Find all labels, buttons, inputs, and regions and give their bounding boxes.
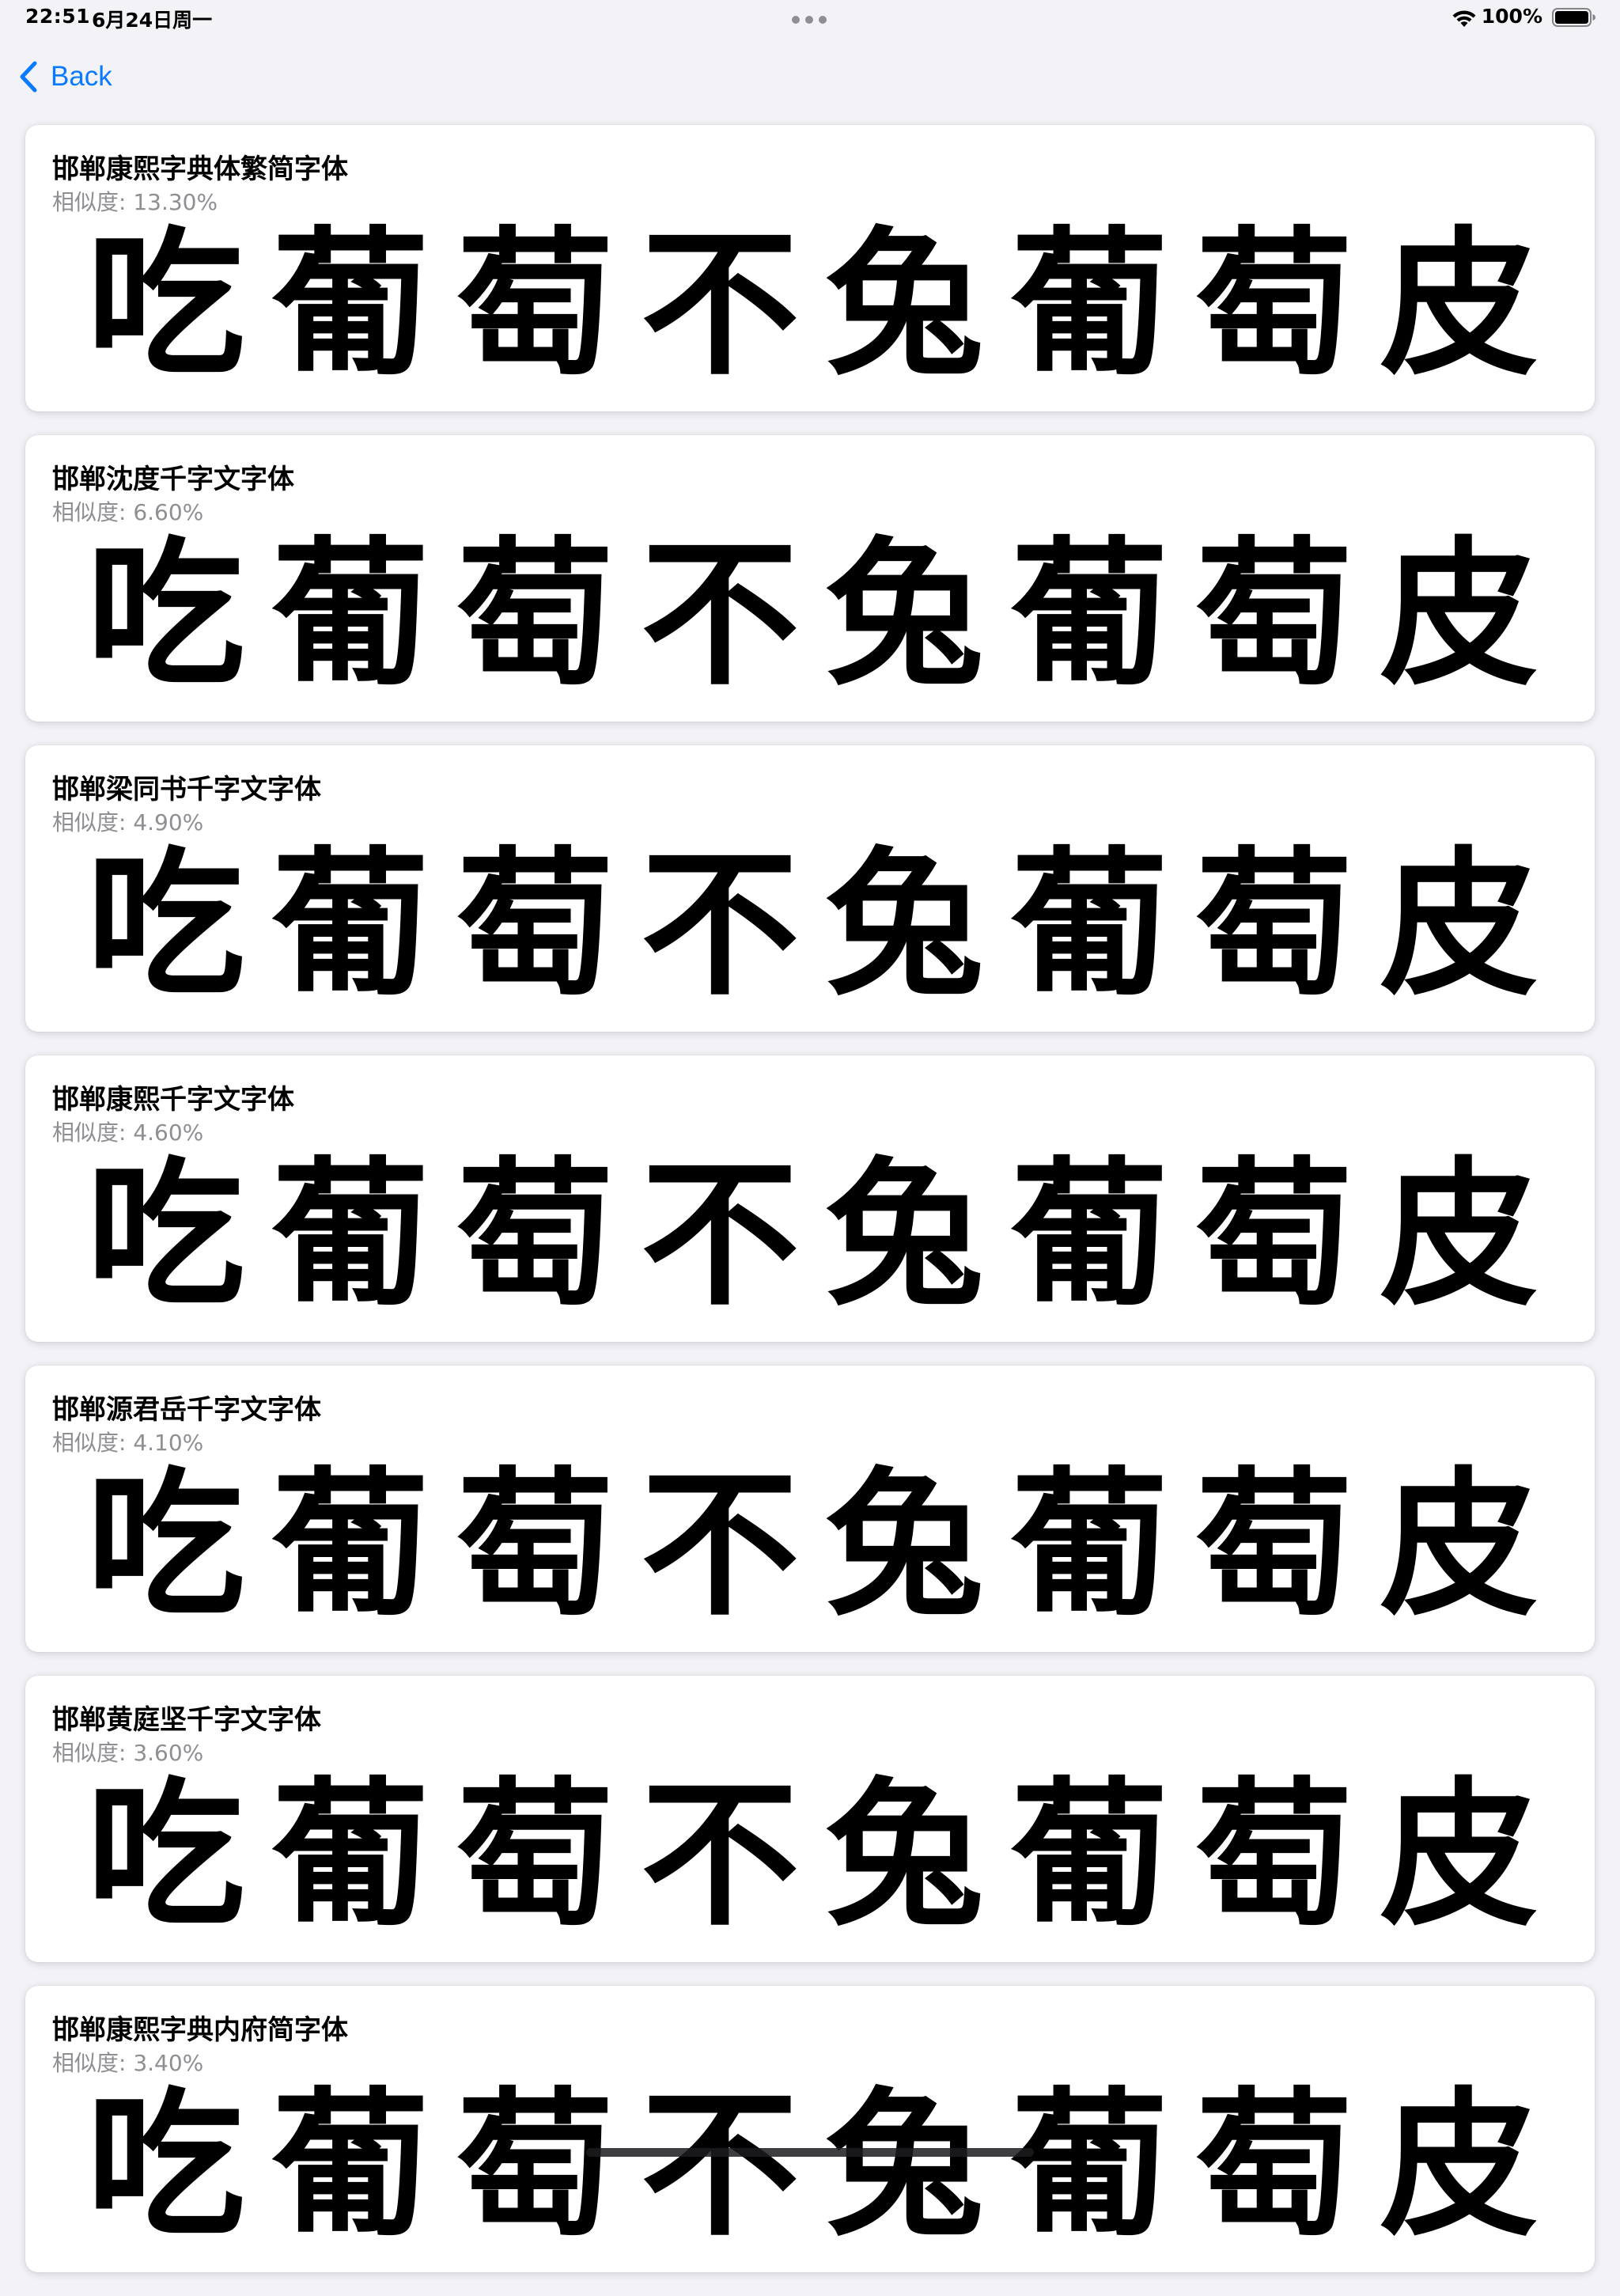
preview-char: 兔: [825, 2074, 984, 2256]
preview-char: 葡: [271, 1144, 430, 1326]
preview-char: 葡: [1010, 1144, 1169, 1326]
font-card[interactable]: 邯郸康熙字典体繁简字体 相似度: 13.30% 吃 葡 萄 不 兔 葡 萄 皮: [25, 125, 1595, 411]
preview-char: 萄: [1194, 524, 1353, 706]
preview-char: 吃: [86, 834, 245, 1016]
preview-char: 萄: [456, 834, 615, 1016]
status-date: 6月24日周一: [92, 9, 213, 32]
preview-char: 兔: [825, 1764, 984, 1946]
status-bar: 22:51 6月24日周一 100%: [0, 0, 1620, 36]
preview-char: 葡: [271, 214, 430, 396]
back-label: Back: [51, 61, 112, 92]
preview-char: 皮: [1380, 2074, 1539, 2256]
preview-char: 吃: [86, 1764, 245, 1946]
preview-char: 皮: [1380, 214, 1539, 396]
preview-char: 萄: [456, 1144, 615, 1326]
preview-char: 不: [641, 2074, 800, 2256]
similarity-label: 相似度: 13.30%: [52, 189, 218, 215]
font-preview: 吃 葡 萄 不 兔 葡 萄 皮: [81, 2074, 1544, 2256]
font-preview: 吃 葡 萄 不 兔 葡 萄 皮: [81, 1454, 1544, 1636]
home-indicator[interactable]: [586, 2148, 1034, 2157]
preview-char: 不: [641, 1454, 800, 1636]
preview-char: 葡: [1010, 1454, 1169, 1636]
font-card[interactable]: 邯郸康熙千字文字体 相似度: 4.60% 吃 葡 萄 不 兔 葡 萄 皮: [25, 1055, 1595, 1342]
preview-char: 吃: [86, 1144, 245, 1326]
font-preview: 吃 葡 萄 不 兔 葡 萄 皮: [81, 834, 1544, 1016]
preview-char: 兔: [825, 834, 984, 1016]
similarity-label: 相似度: 3.40%: [52, 2050, 204, 2076]
preview-char: 萄: [1194, 1454, 1353, 1636]
preview-char: 萄: [456, 524, 615, 706]
multitasking-dots-icon[interactable]: [792, 16, 827, 24]
font-preview: 吃 葡 萄 不 兔 葡 萄 皮: [81, 214, 1544, 396]
preview-char: 不: [641, 1144, 800, 1326]
status-right-group: 100%: [1422, 5, 1596, 32]
preview-char: 皮: [1380, 1454, 1539, 1636]
preview-char: 萄: [456, 1454, 615, 1636]
preview-char: 皮: [1380, 1764, 1539, 1946]
preview-char: 葡: [271, 1454, 430, 1636]
font-preview: 吃 葡 萄 不 兔 葡 萄 皮: [81, 1764, 1544, 1946]
preview-char: 葡: [1010, 834, 1169, 1016]
wifi-icon: [1452, 10, 1476, 27]
preview-char: 不: [641, 1764, 800, 1946]
preview-char: 兔: [825, 1144, 984, 1326]
font-name: 邯郸源君岳千字文字体: [52, 1394, 321, 1426]
preview-char: 吃: [86, 1454, 245, 1636]
font-results-list[interactable]: 邯郸康熙字典体繁简字体 相似度: 13.30% 吃 葡 萄 不 兔 葡 萄 皮 …: [25, 125, 1595, 2296]
preview-char: 葡: [1010, 2074, 1169, 2256]
preview-char: 皮: [1380, 524, 1539, 706]
font-card[interactable]: 邯郸梁同书千字文字体 相似度: 4.90% 吃 葡 萄 不 兔 葡 萄 皮: [25, 745, 1595, 1032]
similarity-label: 相似度: 4.60%: [52, 1120, 204, 1146]
font-name: 邯郸康熙字典内府简字体: [52, 2014, 348, 2046]
chevron-left-icon: [20, 61, 37, 93]
navigation-bar: Back: [0, 49, 1620, 104]
preview-char: 葡: [1010, 214, 1169, 396]
preview-char: 萄: [1194, 2074, 1353, 2256]
preview-char: 萄: [1194, 214, 1353, 396]
status-time: 22:51: [25, 5, 91, 28]
battery-percentage: 100%: [1481, 5, 1542, 28]
font-name: 邯郸沈度千字文字体: [52, 464, 294, 495]
similarity-label: 相似度: 3.60%: [52, 1740, 204, 1766]
preview-char: 皮: [1380, 1144, 1539, 1326]
preview-char: 萄: [1194, 834, 1353, 1016]
preview-char: 萄: [1194, 1764, 1353, 1946]
preview-char: 皮: [1380, 834, 1539, 1016]
preview-char: 兔: [825, 524, 984, 706]
preview-char: 葡: [1010, 524, 1169, 706]
font-card[interactable]: 邯郸源君岳千字文字体 相似度: 4.10% 吃 葡 萄 不 兔 葡 萄 皮: [25, 1366, 1595, 1652]
font-name: 邯郸康熙字典体繁简字体: [52, 153, 348, 185]
font-name: 邯郸梁同书千字文字体: [52, 774, 321, 805]
back-button[interactable]: Back: [19, 55, 112, 98]
preview-char: 葡: [271, 2074, 430, 2256]
preview-char: 不: [641, 214, 800, 396]
preview-char: 萄: [456, 2074, 615, 2256]
font-name: 邯郸康熙千字文字体: [52, 1084, 294, 1116]
font-name: 邯郸黄庭坚千字文字体: [52, 1704, 321, 1736]
preview-char: 不: [641, 524, 800, 706]
similarity-label: 相似度: 4.10%: [52, 1430, 204, 1456]
font-preview: 吃 葡 萄 不 兔 葡 萄 皮: [81, 524, 1544, 706]
preview-char: 兔: [825, 1454, 984, 1636]
preview-char: 吃: [86, 524, 245, 706]
font-card[interactable]: 邯郸黄庭坚千字文字体 相似度: 3.60% 吃 葡 萄 不 兔 葡 萄 皮: [25, 1676, 1595, 1962]
preview-char: 葡: [271, 834, 430, 1016]
similarity-label: 相似度: 4.90%: [52, 809, 204, 835]
similarity-label: 相似度: 6.60%: [52, 499, 204, 525]
preview-char: 葡: [271, 1764, 430, 1946]
preview-char: 萄: [1194, 1144, 1353, 1326]
preview-char: 萄: [456, 1764, 615, 1946]
preview-char: 萄: [456, 214, 615, 396]
font-card[interactable]: 邯郸沈度千字文字体 相似度: 6.60% 吃 葡 萄 不 兔 葡 萄 皮: [25, 435, 1595, 722]
font-preview: 吃 葡 萄 不 兔 葡 萄 皮: [81, 1144, 1544, 1326]
font-card[interactable]: 邯郸康熙字典内府简字体 相似度: 3.40% 吃 葡 萄 不 兔 葡 萄 皮: [25, 1986, 1595, 2272]
preview-char: 葡: [271, 524, 430, 706]
preview-char: 葡: [1010, 1764, 1169, 1946]
preview-char: 不: [641, 834, 800, 1016]
preview-char: 吃: [86, 214, 245, 396]
preview-char: 吃: [86, 2074, 245, 2256]
battery-icon: [1552, 8, 1595, 27]
preview-char: 兔: [825, 214, 984, 396]
